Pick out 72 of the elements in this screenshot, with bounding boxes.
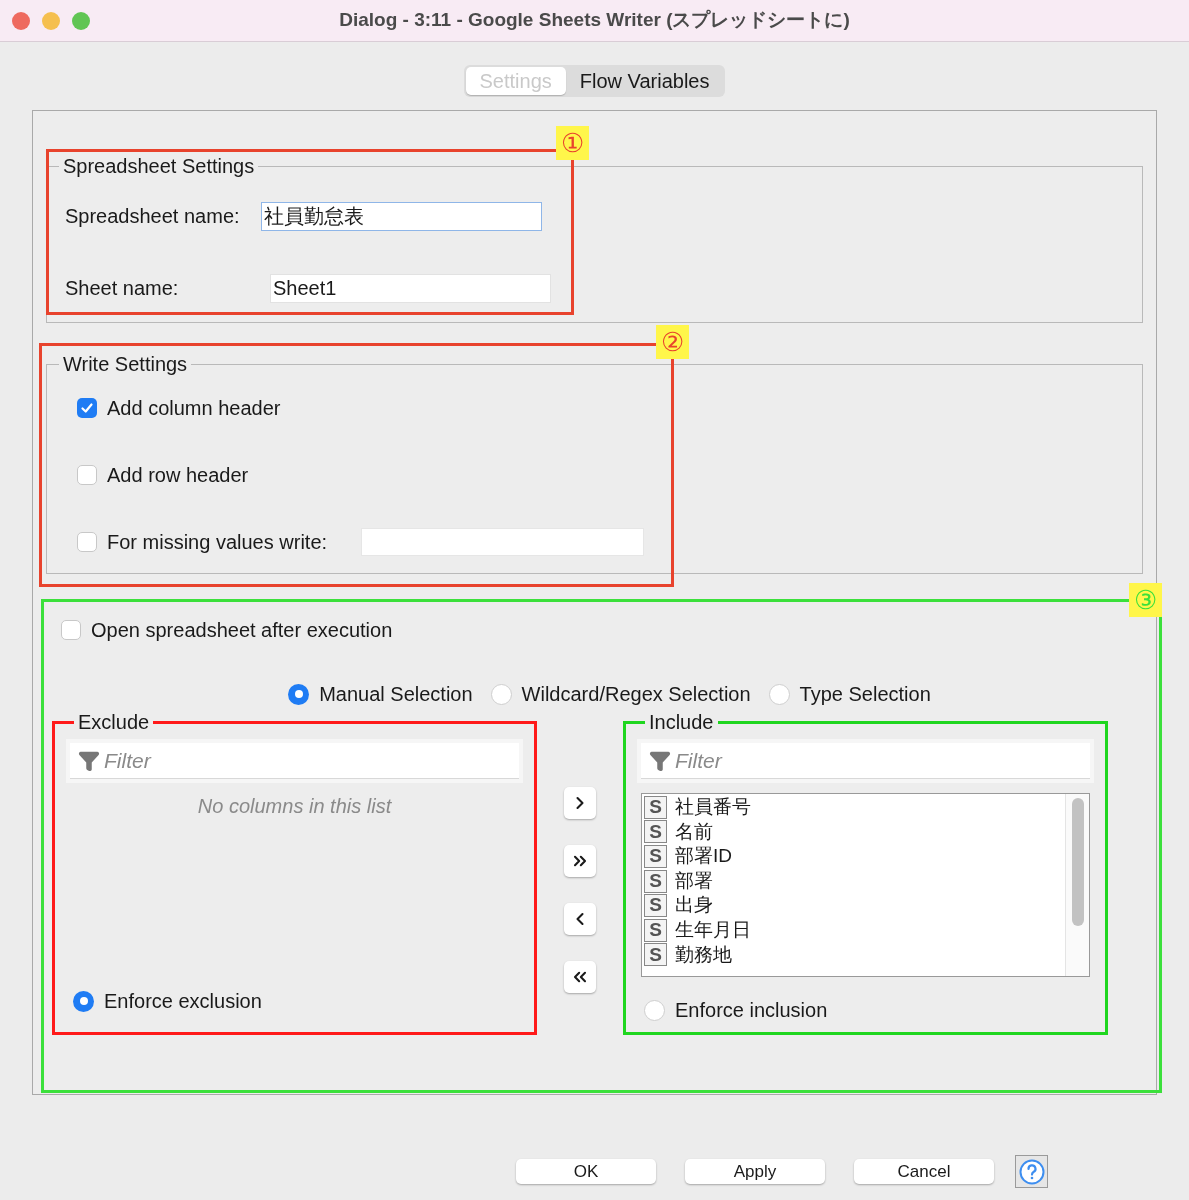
checkbox[interactable] bbox=[77, 532, 97, 552]
radio-button[interactable] bbox=[490, 683, 512, 705]
close-window-icon[interactable] bbox=[12, 12, 30, 30]
type-badge: S bbox=[644, 845, 667, 868]
filter-icon bbox=[78, 749, 100, 772]
radio-button[interactable] bbox=[768, 683, 790, 705]
include-filter-input[interactable]: Filter bbox=[675, 744, 1082, 777]
column-name: 出身 bbox=[675, 893, 713, 918]
radio-button[interactable] bbox=[73, 990, 94, 1012]
option-label: Add row header bbox=[107, 463, 249, 488]
move-all-right-button[interactable] bbox=[564, 845, 596, 877]
field-label: Spreadsheet name: bbox=[65, 204, 241, 229]
radio-label: Type Selection bbox=[799, 682, 931, 707]
option-label: Open spreadsheet after execution bbox=[91, 618, 393, 643]
dialog-button[interactable]: OK bbox=[516, 1159, 656, 1184]
group-title: Spreadsheet Settings bbox=[62, 154, 256, 179]
move-left-button[interactable] bbox=[564, 903, 596, 935]
column-name: 生年月日 bbox=[675, 918, 751, 942]
maximize-window-icon[interactable] bbox=[72, 12, 90, 30]
column-list-item[interactable]: S 部署 bbox=[644, 868, 1065, 894]
type-badge: S bbox=[644, 795, 667, 819]
field-label: Sheet name: bbox=[65, 276, 180, 301]
option-label: For missing values write: bbox=[107, 530, 328, 555]
column-name: 社員番号 bbox=[675, 795, 751, 820]
column-list-item[interactable]: S 社員番号 bbox=[644, 795, 1065, 820]
checkmark-icon bbox=[80, 401, 94, 415]
move-right-button[interactable] bbox=[564, 787, 596, 819]
tab[interactable]: Flow Variables bbox=[565, 67, 724, 95]
radio-button[interactable] bbox=[288, 683, 310, 705]
checkbox[interactable] bbox=[77, 465, 97, 485]
group-title: Exclude bbox=[77, 710, 151, 735]
column-list-item[interactable]: S 部署ID bbox=[644, 844, 1065, 869]
missing-value-field[interactable] bbox=[361, 528, 645, 556]
checkbox[interactable] bbox=[61, 620, 81, 640]
column-name: 部署ID bbox=[675, 844, 732, 869]
column-list-item[interactable]: S 名前 bbox=[644, 819, 1065, 845]
type-badge: S bbox=[644, 918, 667, 942]
column-name: 名前 bbox=[675, 819, 713, 844]
column-name: 勤務地 bbox=[675, 942, 732, 967]
column-list-item[interactable]: S 出身 bbox=[644, 893, 1065, 918]
empty-list-message: No columns in this list bbox=[197, 794, 392, 819]
annotation-marker: ① bbox=[556, 126, 589, 160]
scrollbar-thumb[interactable] bbox=[1071, 798, 1084, 926]
radio-button[interactable] bbox=[644, 999, 665, 1021]
filter-icon bbox=[649, 749, 671, 772]
help-icon bbox=[1018, 1158, 1045, 1185]
radio-label: Enforce exclusion bbox=[104, 989, 262, 1014]
checkbox[interactable] bbox=[77, 398, 97, 418]
dialog-button[interactable]: Apply bbox=[685, 1159, 825, 1184]
radio-label: Wildcard/Regex Selection bbox=[521, 682, 751, 707]
move-all-left-button[interactable] bbox=[564, 961, 596, 993]
exclude-filter-input[interactable]: Filter bbox=[104, 744, 511, 777]
column-list-item[interactable]: S 生年月日 bbox=[644, 917, 1065, 943]
help-button[interactable] bbox=[1015, 1155, 1048, 1188]
radio-label: Manual Selection bbox=[319, 682, 473, 707]
group-title: Include bbox=[648, 710, 715, 735]
annotation-marker: ② bbox=[656, 325, 689, 359]
type-badge: S bbox=[644, 894, 667, 918]
annotation-marker: ③ bbox=[1129, 583, 1162, 617]
type-badge: S bbox=[644, 869, 667, 893]
dialog-button[interactable]: Cancel bbox=[854, 1159, 994, 1184]
column-name: 部署 bbox=[675, 868, 713, 893]
text-field[interactable]: 社員勤怠表 bbox=[261, 201, 542, 231]
text-field[interactable]: Sheet1 bbox=[270, 273, 551, 303]
type-badge: S bbox=[644, 820, 667, 844]
minimize-window-icon[interactable] bbox=[42, 12, 60, 30]
radio-label: Enforce inclusion bbox=[675, 998, 828, 1023]
window-title: Dialog - 3:11 - Google Sheets Writer (スプレッドシートに) bbox=[339, 8, 850, 33]
column-list-item[interactable]: S 勤務地 bbox=[644, 942, 1065, 968]
option-label: Add column header bbox=[107, 396, 281, 421]
type-badge: S bbox=[644, 943, 667, 967]
group-title: Write Settings bbox=[62, 352, 189, 377]
